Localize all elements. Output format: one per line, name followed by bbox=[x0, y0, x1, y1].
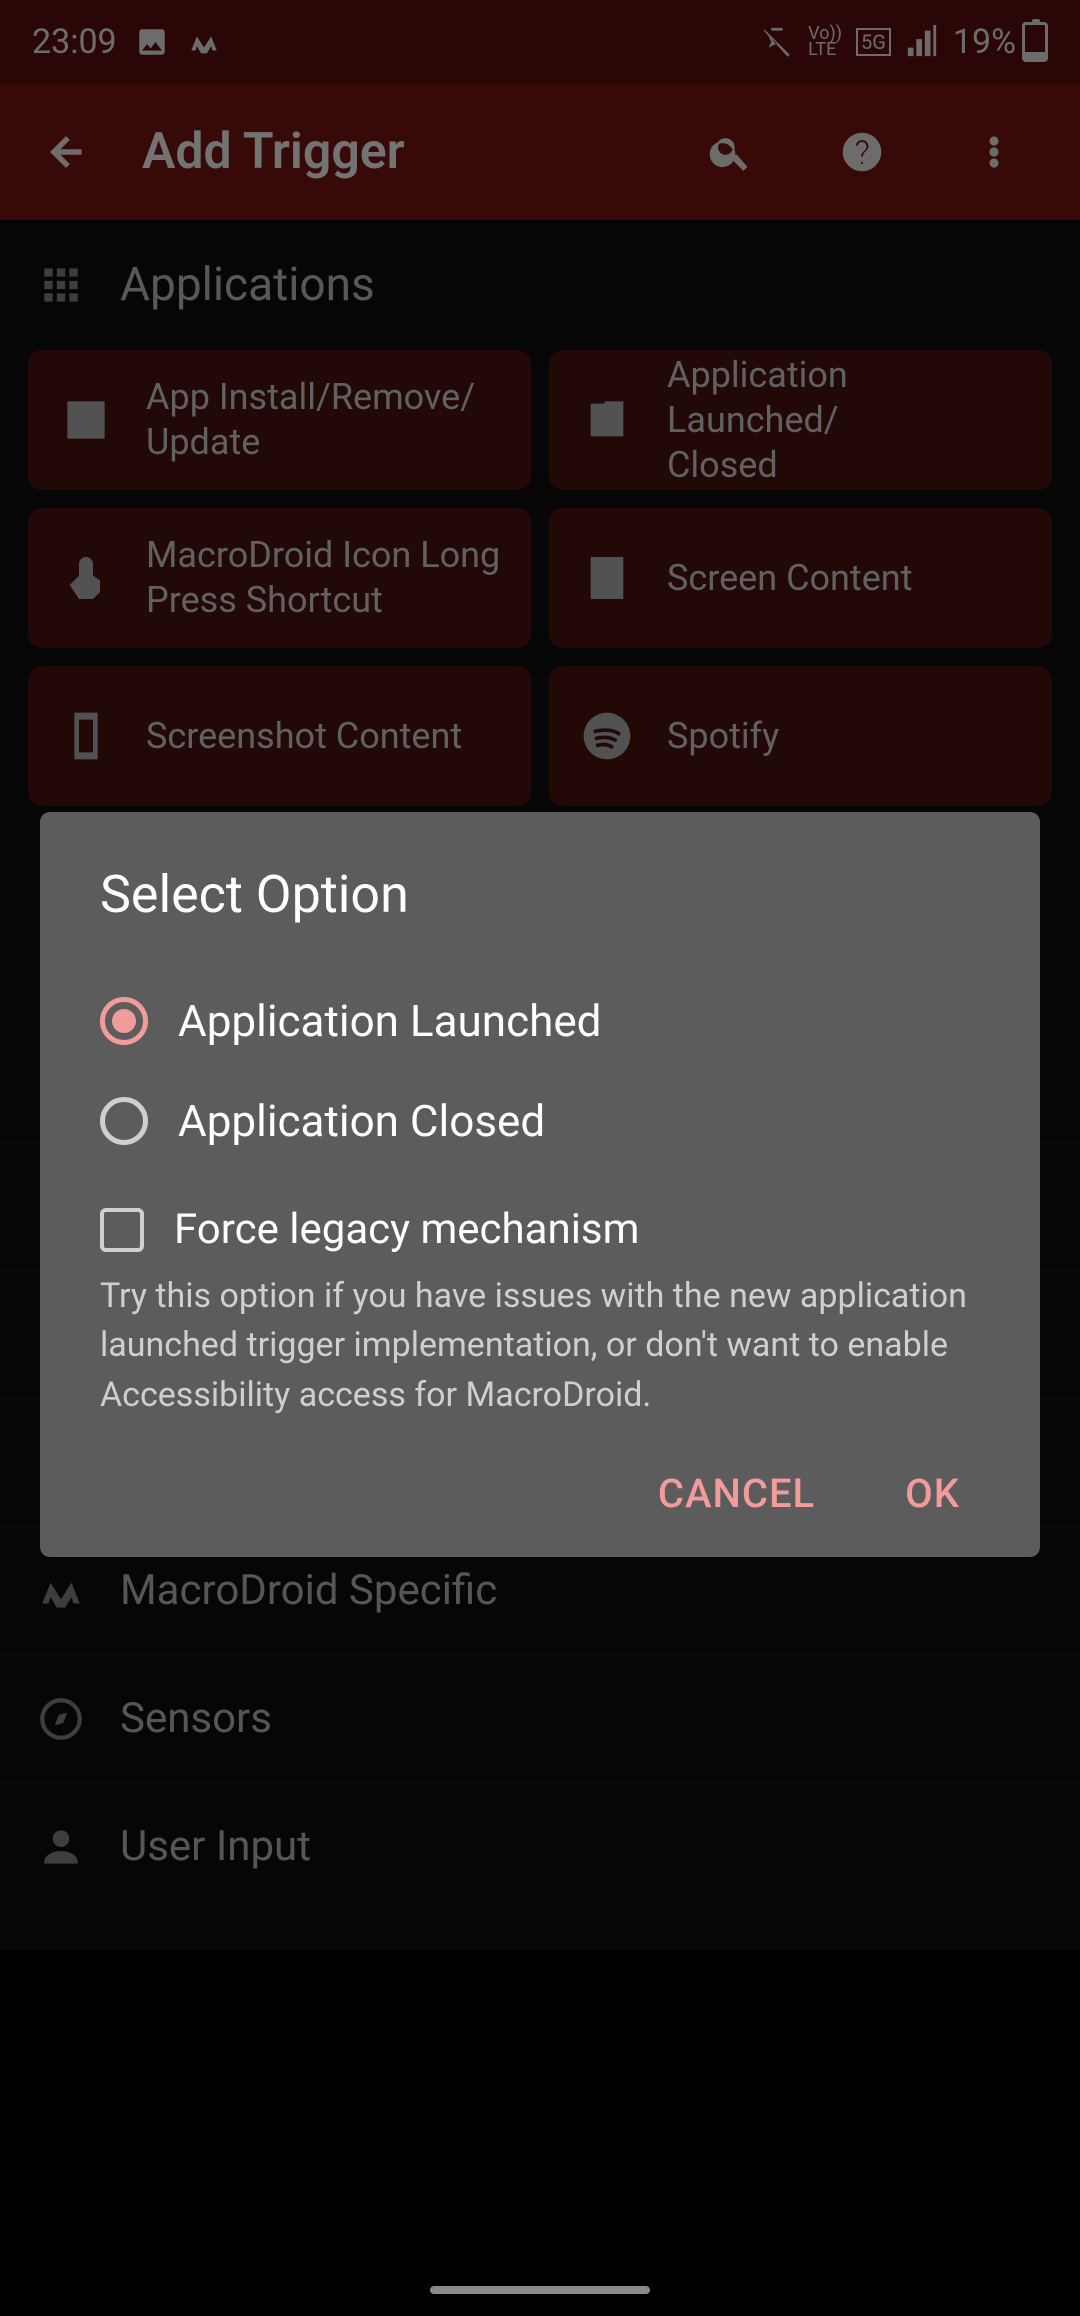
gesture-nav-bar bbox=[0, 2264, 1080, 2316]
radio-label: Application Closed bbox=[178, 1095, 545, 1147]
checkbox-label: Force legacy mechanism bbox=[174, 1205, 639, 1254]
dialog-title: Select Option bbox=[100, 864, 980, 925]
radio-icon-selected bbox=[100, 997, 148, 1045]
checkbox-force-legacy[interactable]: Force legacy mechanism bbox=[100, 1171, 980, 1264]
radio-icon-unselected bbox=[100, 1097, 148, 1145]
helper-text: Try this option if you have issues with … bbox=[100, 1264, 980, 1440]
cancel-button[interactable]: CANCEL bbox=[658, 1470, 815, 1517]
checkbox-icon bbox=[100, 1208, 144, 1252]
select-option-dialog: Select Option Application Launched Appli… bbox=[40, 812, 1040, 1557]
radio-label: Application Launched bbox=[178, 995, 601, 1047]
radio-application-closed[interactable]: Application Closed bbox=[100, 1071, 980, 1171]
nav-pill[interactable] bbox=[430, 2286, 650, 2294]
radio-application-launched[interactable]: Application Launched bbox=[100, 971, 980, 1071]
ok-button[interactable]: OK bbox=[905, 1470, 960, 1517]
dialog-scrim[interactable]: Select Option Application Launched Appli… bbox=[0, 0, 1080, 2316]
